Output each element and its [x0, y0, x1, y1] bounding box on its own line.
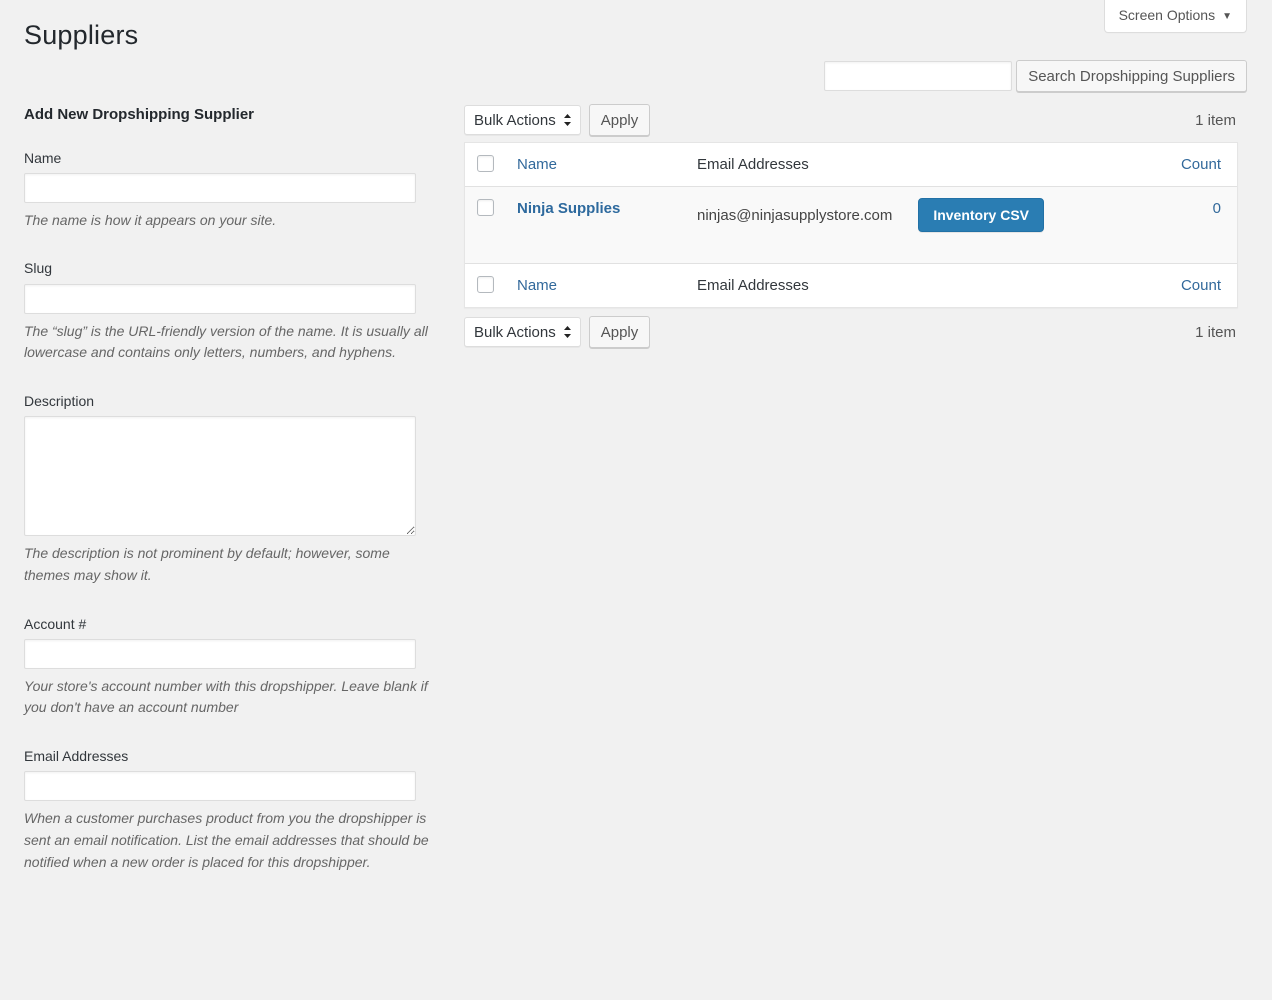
select-all-checkbox-top[interactable]	[477, 155, 494, 172]
search-input[interactable]	[824, 61, 1012, 91]
inventory-csv-button[interactable]: Inventory CSV	[918, 198, 1044, 232]
row-email-cell: ninjas@ninjasupplystore.com Inventory CS…	[687, 187, 1157, 263]
select-all-footer	[465, 263, 507, 307]
column-header-name-link[interactable]: Name	[517, 156, 557, 173]
bulk-actions-label-bottom: Bulk Actions	[474, 324, 556, 341]
suppliers-list: Bulk Actions Apply 1 item Name Email Add…	[464, 104, 1238, 348]
field-account-number: Account # Your store's account number wi…	[24, 615, 436, 720]
table-header-row: Name Email Addresses Count	[465, 143, 1237, 187]
page-title: Suppliers	[24, 18, 138, 53]
email-addresses-input[interactable]	[24, 771, 416, 801]
table-foot: Name Email Addresses Count	[465, 263, 1237, 307]
column-footer-count[interactable]: Count	[1157, 263, 1237, 307]
field-account-number-label: Account #	[24, 615, 436, 633]
column-footer-name[interactable]: Name	[507, 263, 687, 307]
field-account-number-description: Your store's account number with this dr…	[24, 676, 429, 719]
bulk-actions-label-top: Bulk Actions	[474, 112, 556, 129]
field-description: Description The description is not promi…	[24, 392, 436, 587]
select-all-checkbox-bottom[interactable]	[477, 276, 494, 293]
column-footer-name-link[interactable]: Name	[517, 277, 557, 294]
slug-input[interactable]	[24, 284, 416, 314]
column-footer-count-link[interactable]: Count	[1181, 277, 1221, 294]
bulk-actions-select-top[interactable]: Bulk Actions	[464, 105, 581, 135]
add-supplier-form: Add New Dropshipping Supplier Name The n…	[24, 105, 436, 901]
search-submit-button[interactable]: Search Dropshipping Suppliers	[1016, 60, 1247, 92]
table-head: Name Email Addresses Count	[465, 143, 1237, 187]
select-arrows-icon	[563, 113, 572, 127]
row-count-cell: 0	[1157, 187, 1237, 263]
screen-options-toggle[interactable]: Screen Options ▼	[1104, 0, 1247, 33]
search-box: Search Dropshipping Suppliers	[824, 60, 1247, 92]
row-checkbox[interactable]	[477, 199, 494, 216]
suppliers-table: Name Email Addresses Count Ninja Supplie…	[464, 142, 1238, 308]
account-number-input[interactable]	[24, 639, 416, 669]
select-arrows-icon	[563, 325, 572, 339]
field-name-description: The name is how it appears on your site.	[24, 210, 429, 232]
field-name-label: Name	[24, 149, 436, 167]
apply-button-top[interactable]: Apply	[589, 104, 651, 136]
form-heading: Add New Dropshipping Supplier	[24, 105, 436, 125]
description-textarea[interactable]	[24, 416, 416, 536]
bulk-actions-select-bottom[interactable]: Bulk Actions	[464, 317, 581, 347]
row-email-text: ninjas@ninjasupplystore.com	[697, 205, 892, 226]
field-slug: Slug The “slug” is the URL-friendly vers…	[24, 259, 436, 364]
field-description-label: Description	[24, 392, 436, 410]
row-select-cell	[465, 187, 507, 263]
row-name-cell: Ninja Supplies	[507, 187, 687, 263]
displaying-num-bottom: 1 item	[1195, 324, 1238, 341]
field-slug-description: The “slug” is the URL-friendly version o…	[24, 321, 429, 364]
chevron-down-icon: ▼	[1222, 11, 1232, 22]
column-header-name[interactable]: Name	[507, 143, 687, 187]
column-header-count-link[interactable]: Count	[1181, 156, 1221, 173]
select-all-header	[465, 143, 507, 187]
field-description-description: The description is not prominent by defa…	[24, 543, 429, 586]
column-footer-email: Email Addresses	[687, 263, 1157, 307]
screen-meta-links: Screen Options ▼	[1104, 0, 1247, 33]
table-footer-row: Name Email Addresses Count	[465, 263, 1237, 307]
tablenav-top: Bulk Actions Apply 1 item	[464, 104, 1238, 136]
column-header-email: Email Addresses	[687, 143, 1157, 187]
table-body: Ninja Supplies ninjas@ninjasupplystore.c…	[465, 187, 1237, 263]
apply-button-bottom[interactable]: Apply	[589, 316, 651, 348]
table-row: Ninja Supplies ninjas@ninjasupplystore.c…	[465, 187, 1237, 263]
field-email-addresses: Email Addresses When a customer purchase…	[24, 747, 436, 873]
field-name: Name The name is how it appears on your …	[24, 149, 436, 232]
row-name-link[interactable]: Ninja Supplies	[517, 200, 620, 217]
field-slug-label: Slug	[24, 259, 436, 277]
screen-options-label: Screen Options	[1119, 7, 1216, 23]
name-input[interactable]	[24, 173, 416, 203]
field-email-addresses-label: Email Addresses	[24, 747, 436, 765]
field-email-addresses-description: When a customer purchases product from y…	[24, 808, 429, 873]
displaying-num-top: 1 item	[1195, 112, 1238, 129]
column-header-count[interactable]: Count	[1157, 143, 1237, 187]
tablenav-bottom: Bulk Actions Apply 1 item	[464, 316, 1238, 348]
